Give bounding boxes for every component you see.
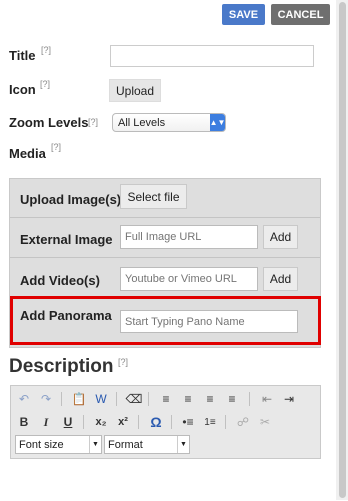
save-button[interactable]: SAVE: [222, 4, 265, 25]
icon-upload-button[interactable]: Upload: [109, 79, 161, 102]
subscript-icon[interactable]: x₂: [93, 414, 109, 430]
description-help-link[interactable]: [?]: [118, 357, 128, 367]
align-justify-icon[interactable]: ≡: [224, 391, 240, 407]
font-size-label: Font size: [19, 438, 64, 451]
toolbar-separator: [148, 392, 149, 406]
panorama-name-input[interactable]: [120, 310, 298, 333]
paste-word-icon[interactable]: W: [93, 391, 109, 407]
icon-help-link[interactable]: [?]: [40, 79, 50, 89]
title-help-link[interactable]: [?]: [41, 45, 51, 55]
italic-icon[interactable]: I: [38, 414, 54, 430]
external-image-url-input[interactable]: [120, 225, 258, 249]
toolbar-separator: [249, 392, 250, 406]
add-panorama-label: Add Panorama: [20, 308, 112, 323]
paste-text-icon[interactable]: 📋: [71, 391, 87, 407]
toolbar-separator: [171, 415, 172, 429]
zoom-levels-value: All Levels: [118, 116, 166, 129]
zoom-levels-label: Zoom Levels: [9, 115, 89, 130]
video-url-input[interactable]: [120, 267, 258, 291]
cancel-button[interactable]: CANCEL: [271, 4, 330, 25]
bullet-list-icon[interactable]: •≡: [180, 414, 196, 430]
icon-label: Icon: [9, 82, 36, 97]
add-videos-label: Add Video(s): [20, 273, 100, 288]
font-size-dropdown[interactable]: Font size ▼: [15, 435, 102, 454]
link-icon[interactable]: ☍: [235, 414, 251, 430]
redo-icon[interactable]: ↷: [38, 391, 54, 407]
upload-images-label: Upload Image(s): [20, 192, 122, 207]
format-dropdown[interactable]: Format ▼: [104, 435, 190, 454]
chevron-down-icon: ▼: [177, 436, 189, 453]
toolbar-separator: [225, 415, 226, 429]
toolbar-separator: [61, 392, 62, 406]
bold-icon[interactable]: B: [16, 414, 32, 430]
align-left-icon[interactable]: ≡: [158, 391, 174, 407]
eraser-icon[interactable]: ⌫: [126, 391, 143, 407]
editor-content-area[interactable]: [10, 458, 321, 501]
title-label: Title: [9, 48, 36, 63]
select-arrows-icon: ▲▼: [210, 114, 225, 131]
indent-icon[interactable]: ⇥: [281, 391, 297, 407]
toolbar-separator: [138, 415, 139, 429]
media-label: Media: [9, 146, 46, 161]
title-input[interactable]: [110, 45, 314, 67]
toolbar-separator: [83, 415, 84, 429]
toolbar-separator: [116, 392, 117, 406]
special-char-icon[interactable]: Ω: [148, 414, 164, 430]
undo-icon[interactable]: ↶: [16, 391, 32, 407]
zoom-help-link[interactable]: [?]: [88, 117, 98, 127]
select-file-button[interactable]: Select file: [120, 184, 187, 209]
align-right-icon[interactable]: ≡: [202, 391, 218, 407]
video-add-button[interactable]: Add: [263, 267, 298, 291]
media-divider: [10, 217, 320, 218]
outdent-icon[interactable]: ⇤: [259, 391, 275, 407]
media-divider: [10, 257, 320, 258]
zoom-levels-select[interactable]: All Levels ▲▼: [112, 113, 226, 132]
superscript-icon[interactable]: x²: [115, 414, 131, 430]
description-title: Description: [9, 356, 114, 377]
media-help-link[interactable]: [?]: [51, 142, 61, 152]
align-center-icon[interactable]: ≡: [180, 391, 196, 407]
format-label: Format: [108, 438, 143, 451]
chevron-down-icon: ▼: [89, 436, 101, 453]
scrollbar-thumb[interactable]: [339, 2, 346, 498]
unlink-icon[interactable]: ✂: [257, 414, 273, 430]
external-image-add-button[interactable]: Add: [263, 225, 298, 249]
underline-icon[interactable]: U: [60, 414, 76, 430]
numbered-list-icon[interactable]: 1≡: [202, 414, 218, 430]
external-image-label: External Image: [20, 232, 113, 247]
